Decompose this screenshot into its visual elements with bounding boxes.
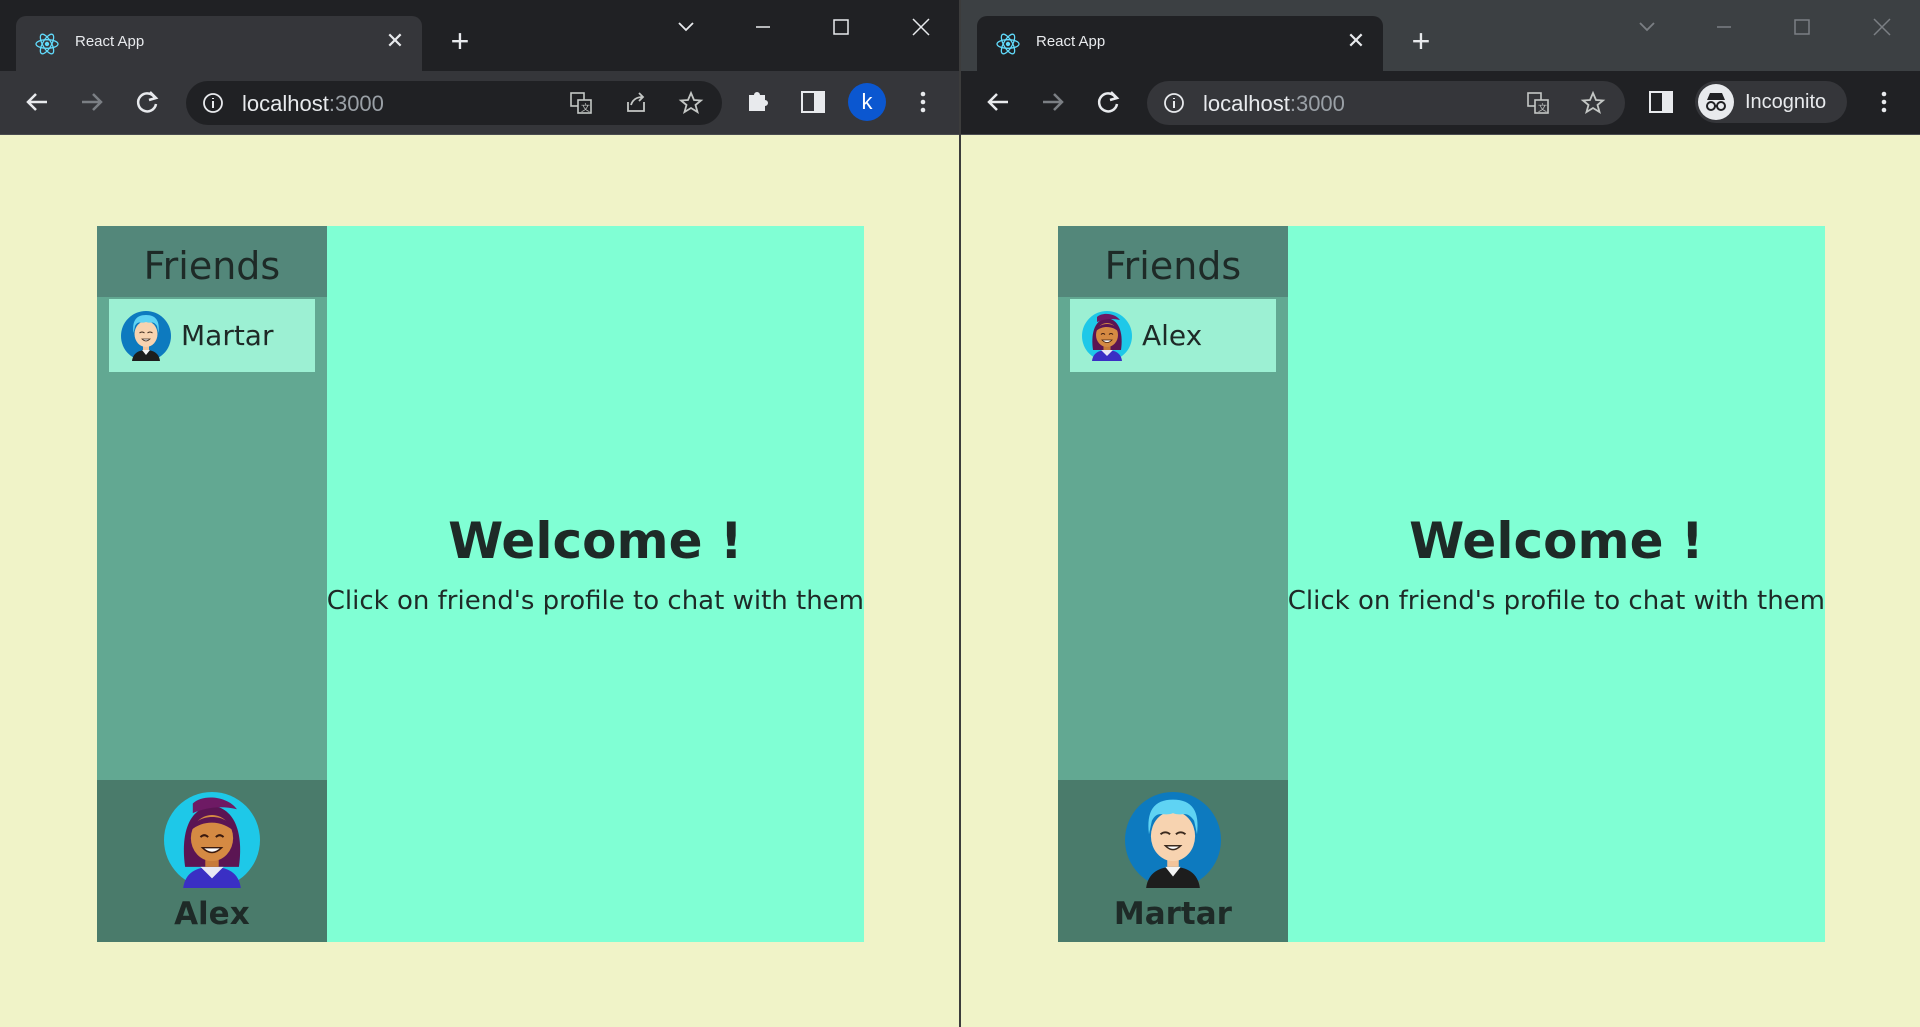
tab-strip: React App ✕ + xyxy=(0,0,959,71)
profile-avatar[interactable]: k xyxy=(848,83,886,121)
forward-arrow-icon[interactable] xyxy=(75,85,109,119)
friend-name: Alex xyxy=(1142,319,1203,352)
back-arrow-icon[interactable] xyxy=(20,85,54,119)
react-logo-icon xyxy=(995,31,1021,57)
tab-title: React App xyxy=(75,33,145,50)
new-tab-icon[interactable]: + xyxy=(1405,25,1437,58)
close-window-icon[interactable] xyxy=(903,10,939,44)
current-user-panel: Martar xyxy=(1058,780,1288,942)
minimize-icon[interactable] xyxy=(1706,10,1742,44)
incognito-icon xyxy=(1698,84,1734,120)
kebab-menu-icon[interactable] xyxy=(906,85,940,119)
back-arrow-icon[interactable] xyxy=(981,85,1015,119)
react-logo-icon xyxy=(34,31,60,57)
tab-close-icon[interactable]: ✕ xyxy=(1343,29,1369,55)
maximize-icon[interactable] xyxy=(1784,10,1820,44)
minimize-icon[interactable] xyxy=(745,10,781,44)
kebab-menu-icon[interactable] xyxy=(1867,85,1901,119)
browser-window-left: React App ✕ + localhost:3000 文 k Friends xyxy=(0,0,959,1027)
friend-list: Martar xyxy=(97,297,327,780)
chat-main-panel: Welcome ! Click on friend's profile to c… xyxy=(1287,226,1825,942)
url-text: localhost:3000 xyxy=(1203,91,1345,116)
welcome-subtitle: Click on friend's profile to chat with t… xyxy=(1287,586,1825,616)
friend-item-alex[interactable]: Alex xyxy=(1070,299,1276,372)
translate-icon[interactable]: 文 xyxy=(1525,90,1551,116)
tab-close-icon[interactable]: ✕ xyxy=(382,29,408,55)
friends-sidebar: Friends Alex Martar xyxy=(1058,226,1288,942)
incognito-badge[interactable]: Incognito xyxy=(1695,81,1847,123)
page-viewport: Friends Martar Alex Welcome ! Click on f… xyxy=(0,136,959,1027)
browser-window-right: React App ✕ + localhost:3000 文 Incognito… xyxy=(961,0,1920,1027)
man-avatar-icon xyxy=(1125,792,1221,888)
chat-app: Friends Alex Martar Welcome ! Click on f… xyxy=(1058,226,1825,942)
reload-icon[interactable] xyxy=(130,85,164,119)
bookmark-star-icon[interactable] xyxy=(678,90,704,116)
translate-icon[interactable]: 文 xyxy=(568,90,594,116)
tab-search-icon[interactable] xyxy=(1629,10,1665,44)
tab-react-app[interactable]: React App ✕ xyxy=(16,16,422,71)
sidebar-title: Friends xyxy=(1058,226,1288,297)
page-viewport: Friends Alex Martar Welcome ! Click on f… xyxy=(961,136,1920,1027)
woman-avatar-icon xyxy=(1082,311,1132,361)
tab-react-app[interactable]: React App ✕ xyxy=(977,16,1383,71)
maximize-icon[interactable] xyxy=(823,10,859,44)
reload-icon[interactable] xyxy=(1091,85,1125,119)
tab-title: React App xyxy=(1036,33,1106,50)
friends-sidebar: Friends Martar Alex xyxy=(97,226,327,942)
tab-strip: React App ✕ + xyxy=(961,0,1920,71)
friend-item-martar[interactable]: Martar xyxy=(109,299,315,372)
current-user-panel: Alex xyxy=(97,780,327,942)
tab-search-icon[interactable] xyxy=(668,10,704,44)
chat-app: Friends Martar Alex Welcome ! Click on f… xyxy=(97,226,864,942)
address-bar[interactable]: localhost:3000 文 xyxy=(186,81,722,125)
extensions-icon[interactable] xyxy=(741,85,775,119)
svg-text:文: 文 xyxy=(1538,102,1547,114)
current-user-name: Martar xyxy=(1113,896,1232,932)
chat-main-panel: Welcome ! Click on friend's profile to c… xyxy=(326,226,864,942)
svg-text:文: 文 xyxy=(581,102,590,114)
incognito-label: Incognito xyxy=(1745,91,1827,113)
side-panel-icon[interactable] xyxy=(796,85,830,119)
forward-arrow-icon[interactable] xyxy=(1036,85,1070,119)
sidebar-title: Friends xyxy=(97,226,327,297)
woman-avatar-icon xyxy=(164,792,260,888)
new-tab-icon[interactable]: + xyxy=(444,25,476,58)
bookmark-star-icon[interactable] xyxy=(1580,90,1606,116)
welcome-title: Welcome ! xyxy=(1409,512,1704,570)
address-bar[interactable]: localhost:3000 文 xyxy=(1147,81,1625,125)
browser-toolbar: localhost:3000 文 Incognito xyxy=(961,71,1920,135)
close-window-icon[interactable] xyxy=(1864,10,1900,44)
man-avatar-icon xyxy=(121,311,171,361)
side-panel-icon[interactable] xyxy=(1644,85,1678,119)
info-icon[interactable] xyxy=(202,92,224,114)
current-user-name: Alex xyxy=(174,896,250,932)
welcome-subtitle: Click on friend's profile to chat with t… xyxy=(326,586,864,616)
friend-list: Alex xyxy=(1058,297,1288,780)
friend-name: Martar xyxy=(181,319,274,352)
url-text: localhost:3000 xyxy=(242,91,384,116)
share-icon[interactable] xyxy=(623,90,649,116)
browser-toolbar: localhost:3000 文 k xyxy=(0,71,959,135)
welcome-title: Welcome ! xyxy=(448,512,743,570)
info-icon[interactable] xyxy=(1163,92,1185,114)
